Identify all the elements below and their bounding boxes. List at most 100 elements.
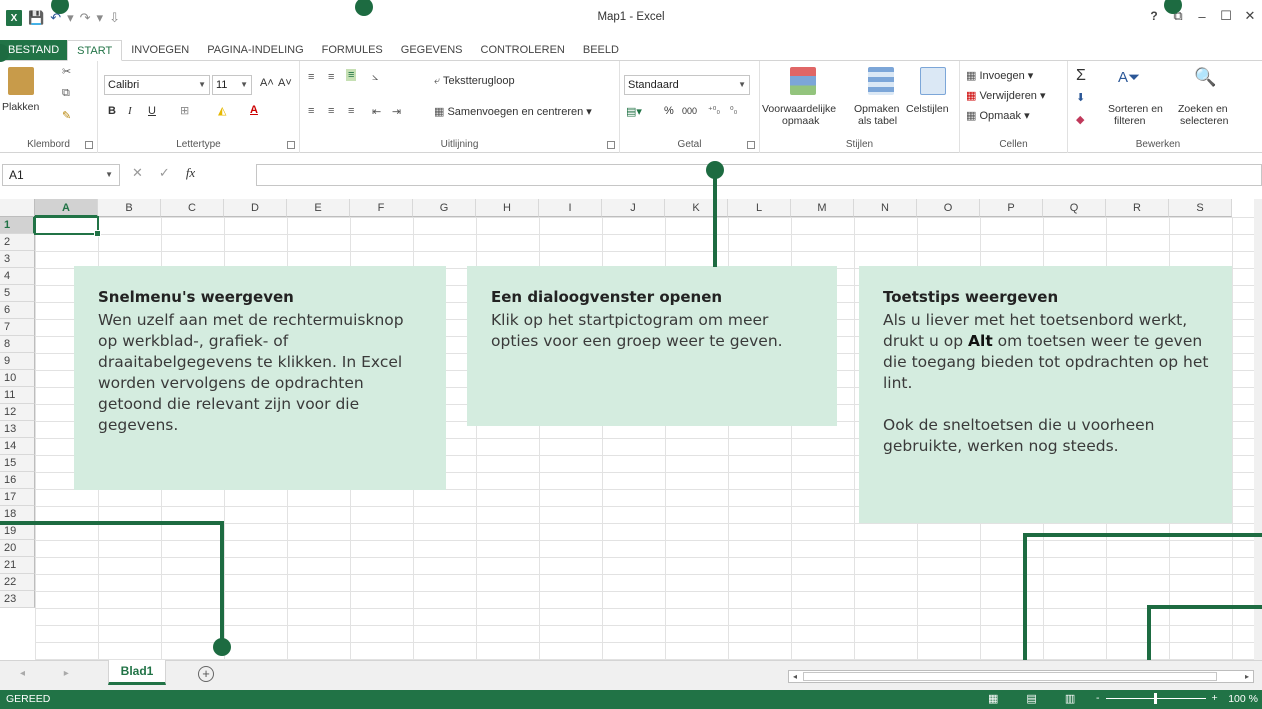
row-header[interactable]: 6 bbox=[0, 302, 35, 319]
sheet-tab-blad1[interactable]: Blad1 bbox=[108, 660, 166, 685]
column-header[interactable]: G bbox=[413, 199, 476, 217]
conditional-formatting-icon[interactable] bbox=[790, 67, 816, 95]
column-header[interactable]: A bbox=[35, 199, 98, 217]
row-header[interactable]: 1 bbox=[0, 217, 35, 234]
column-header[interactable]: B bbox=[98, 199, 161, 217]
normal-view-icon[interactable]: ▦ bbox=[988, 692, 998, 705]
insert-function-icon[interactable]: fx bbox=[186, 165, 195, 181]
paste-icon[interactable] bbox=[8, 67, 34, 95]
format-as-table-label-2[interactable]: als tabel bbox=[858, 115, 897, 127]
row-header[interactable]: 14 bbox=[0, 438, 35, 455]
wrap-text-button[interactable]: ⤶ Tekstterugloop bbox=[434, 75, 515, 88]
shrink-font-button[interactable]: A˅ bbox=[278, 77, 292, 89]
row-header[interactable]: 13 bbox=[0, 421, 35, 438]
row-header[interactable]: 2 bbox=[0, 234, 35, 251]
tab-file[interactable]: BESTAND bbox=[0, 40, 68, 60]
column-header[interactable]: I bbox=[539, 199, 602, 217]
column-header[interactable]: C bbox=[161, 199, 224, 217]
zoom-in-button[interactable]: + bbox=[1212, 692, 1218, 704]
format-cells-button[interactable]: ▦ Opmaak ▾ bbox=[966, 109, 1030, 122]
formula-input[interactable] bbox=[256, 164, 1262, 186]
italic-button[interactable]: I bbox=[128, 105, 132, 117]
increase-indent-icon[interactable]: ⇥ bbox=[392, 105, 401, 118]
column-header[interactable]: Q bbox=[1043, 199, 1106, 217]
page-layout-view-icon[interactable]: ▤ bbox=[1026, 692, 1036, 705]
bottom-align-icon[interactable]: ≡ bbox=[346, 69, 357, 81]
alignment-launcher-icon[interactable] bbox=[607, 141, 615, 149]
help-button[interactable]: ? bbox=[1142, 9, 1166, 23]
increase-decimal-button[interactable]: ⁺⁰₀ bbox=[708, 105, 720, 116]
format-as-table-icon[interactable] bbox=[868, 67, 894, 95]
zoom-out-button[interactable]: - bbox=[1096, 692, 1100, 704]
decrease-indent-icon[interactable]: ⇤ bbox=[372, 105, 381, 118]
paste-label[interactable]: Plakken bbox=[2, 101, 39, 113]
conditional-formatting-label-2[interactable]: opmaak bbox=[782, 115, 819, 127]
format-painter-icon[interactable]: ✎ bbox=[62, 109, 71, 122]
column-header[interactable]: H bbox=[476, 199, 539, 217]
accounting-format-icon[interactable]: ▤▾ bbox=[626, 105, 642, 118]
zoom-slider[interactable]: - + bbox=[1096, 692, 1218, 704]
row-header[interactable]: 4 bbox=[0, 268, 35, 285]
insert-cells-button[interactable]: ▦ Invoegen ▾ bbox=[966, 69, 1033, 82]
zoom-slider-track[interactable] bbox=[1105, 692, 1206, 704]
row-header[interactable]: 12 bbox=[0, 404, 35, 421]
row-header[interactable]: 10 bbox=[0, 370, 35, 387]
bold-button[interactable]: B bbox=[108, 105, 116, 117]
column-header[interactable]: E bbox=[287, 199, 350, 217]
format-as-table-label-1[interactable]: Opmaken bbox=[854, 103, 900, 115]
align-left-icon[interactable]: ≡ bbox=[308, 105, 314, 117]
orientation-icon[interactable]: ⦣ bbox=[372, 71, 378, 84]
percent-style-button[interactable]: % bbox=[664, 105, 674, 117]
tab-data[interactable]: GEGEVENS bbox=[392, 40, 472, 60]
delete-cells-button[interactable]: ▦ Verwijderen ▾ bbox=[966, 89, 1046, 102]
sort-filter-label-2[interactable]: filteren bbox=[1114, 115, 1146, 127]
row-header[interactable]: 7 bbox=[0, 319, 35, 336]
copy-icon[interactable]: ⧉ bbox=[62, 87, 70, 100]
row-header[interactable]: 8 bbox=[0, 336, 35, 353]
cancel-icon[interactable]: ✕ bbox=[132, 165, 143, 181]
row-header[interactable]: 21 bbox=[0, 557, 35, 574]
tab-view[interactable]: BEELD bbox=[574, 40, 628, 60]
find-select-label-2[interactable]: selecteren bbox=[1180, 115, 1228, 127]
conditional-formatting-label-1[interactable]: Voorwaardelijke bbox=[762, 103, 836, 115]
name-box[interactable]: A1 ▼ bbox=[2, 164, 120, 186]
borders-icon[interactable]: ⊞ bbox=[180, 104, 189, 117]
find-select-icon[interactable]: 🔍 bbox=[1194, 67, 1216, 88]
underline-button[interactable]: U bbox=[148, 105, 156, 117]
minimize-button[interactable]: – bbox=[1190, 9, 1214, 24]
enter-icon[interactable]: ✓ bbox=[159, 165, 170, 181]
column-header[interactable]: L bbox=[728, 199, 791, 217]
scroll-left-icon[interactable]: ◂ bbox=[789, 670, 801, 683]
cut-icon[interactable]: ✂ bbox=[62, 65, 71, 78]
cell-styles-label[interactable]: Celstijlen bbox=[906, 103, 949, 115]
row-header[interactable]: 17 bbox=[0, 489, 35, 506]
row-header[interactable]: 3 bbox=[0, 251, 35, 268]
row-header[interactable]: 11 bbox=[0, 387, 35, 404]
sort-filter-icon[interactable]: A⏷ bbox=[1118, 69, 1140, 86]
autosum-icon[interactable]: Σ bbox=[1076, 67, 1086, 85]
row-header[interactable]: 20 bbox=[0, 540, 35, 557]
page-break-view-icon[interactable]: ▥ bbox=[1065, 692, 1075, 705]
middle-align-icon[interactable]: ≡ bbox=[328, 71, 334, 83]
horizontal-scroll-thumb[interactable] bbox=[803, 672, 1217, 681]
row-header[interactable]: 5 bbox=[0, 285, 35, 302]
number-launcher-icon[interactable] bbox=[747, 141, 755, 149]
font-color-icon[interactable]: A bbox=[250, 104, 258, 116]
close-button[interactable]: ✕ bbox=[1238, 8, 1262, 24]
tab-home[interactable]: START bbox=[67, 40, 123, 61]
cell-styles-icon[interactable] bbox=[920, 67, 946, 95]
fill-icon[interactable]: ⬇ bbox=[1076, 91, 1085, 104]
merge-center-button[interactable]: ▦ Samenvoegen en centreren ▾ bbox=[434, 105, 592, 118]
column-header[interactable]: M bbox=[791, 199, 854, 217]
align-center-icon[interactable]: ≡ bbox=[328, 105, 334, 117]
column-header[interactable]: O bbox=[917, 199, 980, 217]
column-header[interactable]: J bbox=[602, 199, 665, 217]
sort-filter-label-1[interactable]: Sorteren en bbox=[1108, 103, 1163, 115]
column-header[interactable]: R bbox=[1106, 199, 1169, 217]
number-format-select[interactable]: Standaard ▼ bbox=[624, 75, 750, 95]
sheet-nav-arrows[interactable]: ◂ ▸ bbox=[20, 668, 87, 679]
comma-style-button[interactable]: 000 bbox=[682, 106, 697, 116]
row-header[interactable]: 9 bbox=[0, 353, 35, 370]
select-all-corner[interactable] bbox=[0, 199, 35, 217]
grow-font-button[interactable]: A˄ bbox=[260, 77, 274, 89]
